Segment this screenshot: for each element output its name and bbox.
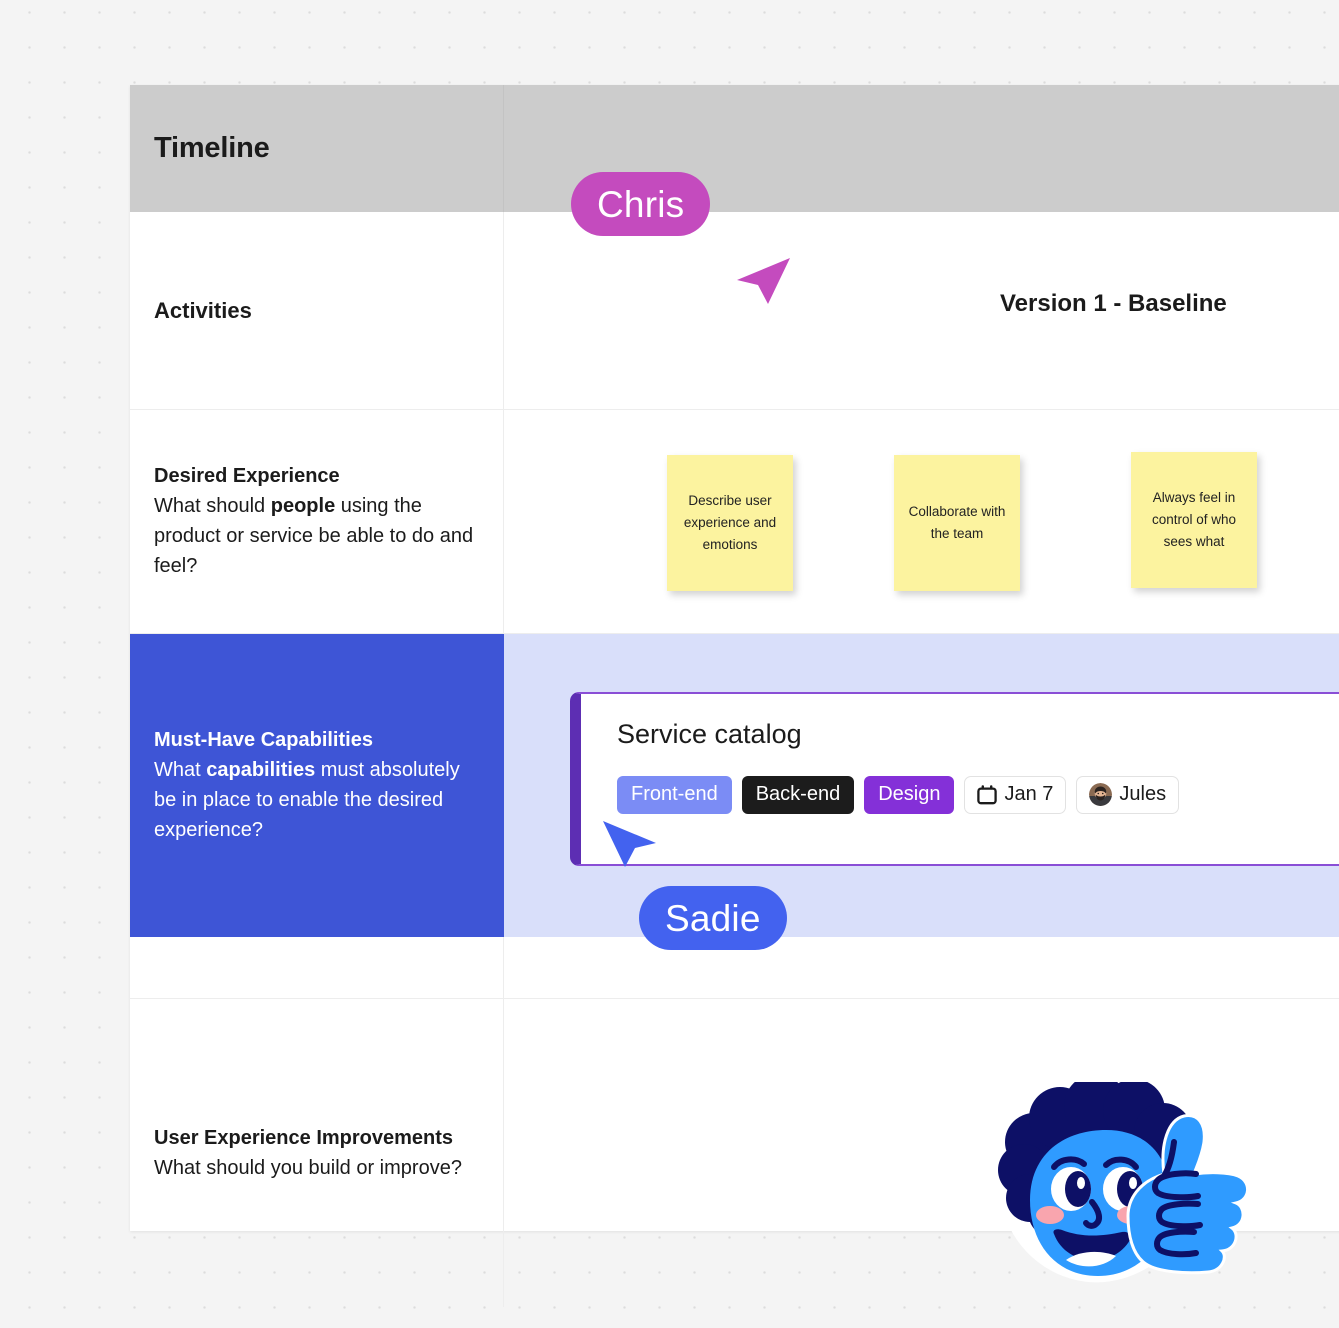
due-date-label: Jan 7 (1004, 783, 1054, 806)
spacer-label-cell (130, 937, 504, 998)
task-card-tag-list: Front-end Back-end Design Jan 7 Jules (617, 775, 1339, 814)
avatar (1089, 783, 1113, 807)
thumbs-up-character-illustration (998, 1082, 1249, 1283)
ux-improvements-title: User Experience Improvements (154, 1126, 454, 1149)
desired-experience-row: Desired Experience What should people us… (130, 410, 1339, 634)
board-title: Timeline (154, 132, 270, 164)
desc-pre: What should (154, 495, 271, 517)
sadie-cursor-label: Sadie (639, 886, 787, 950)
tag-design[interactable]: Design (864, 775, 955, 814)
board-header-row: Timeline (130, 85, 1339, 212)
activities-title: Activities (154, 297, 252, 323)
assignee-chip[interactable]: Jules (1076, 775, 1180, 814)
chris-cursor-label: Chris (571, 172, 711, 236)
sticky-note[interactable]: Always feel in control of who sees what (1131, 452, 1257, 588)
desc-bold: people (270, 495, 336, 517)
sadie-cursor-name: Sadie (665, 897, 761, 939)
sticky-note[interactable]: Describe user experience and emotions (667, 455, 793, 591)
must-have-title: Must-Have Capabilities (154, 729, 373, 751)
ux-improvements-label-cell: User Experience Improvements What should… (130, 999, 504, 1307)
chris-cursor-pointer (737, 258, 790, 304)
sticky-note-text: Always feel in control of who sees what (1151, 489, 1237, 550)
desc-bold: capabilities (206, 759, 316, 781)
assignee-label: Jules (1119, 783, 1167, 806)
activities-label-cell: Activities (130, 212, 504, 409)
desired-experience-title: Desired Experience (154, 465, 340, 487)
chris-cursor-name: Chris (597, 183, 685, 225)
must-have-content-cell: Service catalog Front-end Back-end Desig… (504, 634, 1339, 937)
due-date-chip[interactable]: Jan 7 (964, 775, 1067, 814)
task-card[interactable]: Service catalog Front-end Back-end Desig… (570, 692, 1339, 866)
sadie-cursor-pointer (603, 821, 656, 867)
sticky-note-text: Collaborate with the team (908, 503, 1006, 541)
ux-improvements-description: What should you build or improve? (154, 1156, 462, 1179)
desired-experience-content-cell: Describe user experience and emotions Co… (504, 410, 1339, 633)
activities-row: Activities Version 1 - Baseline (130, 212, 1339, 410)
must-have-description: What capabilities must absolutely be in … (154, 755, 479, 845)
activities-content-cell: Version 1 - Baseline (504, 212, 1339, 409)
header-label-cell: Timeline (130, 85, 504, 212)
sticky-note-text: Describe user experience and emotions (683, 492, 777, 553)
desc-pre: What (154, 759, 207, 781)
task-card-title: Service catalog (617, 719, 802, 749)
tag-front-end[interactable]: Front-end (617, 775, 732, 814)
calendar-icon (977, 785, 998, 805)
sticky-note[interactable]: Collaborate with the team (894, 455, 1020, 591)
desired-experience-label-cell: Desired Experience What should people us… (130, 410, 504, 633)
desired-experience-description: What should people using the product or … (154, 491, 479, 581)
tag-back-end[interactable]: Back-end (741, 775, 855, 814)
version-header: Version 1 - Baseline (1000, 290, 1227, 317)
spacer-content-cell (504, 937, 1339, 998)
must-have-label-cell[interactable]: Must-Have Capabilities What capabilities… (130, 634, 504, 937)
